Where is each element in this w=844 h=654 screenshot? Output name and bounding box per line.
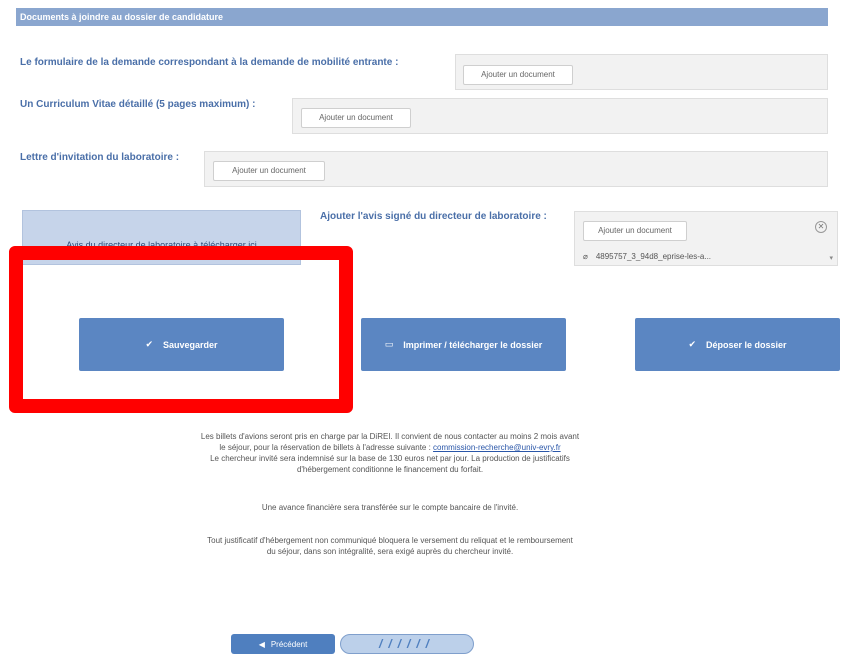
paperclip-icon: ⌀	[583, 252, 588, 261]
info-text: Les billets d'avions seront pris en char…	[200, 432, 580, 441]
lettre-upload-panel: Ajouter un document	[204, 151, 828, 187]
attached-file-name[interactable]: 4895757_3_94d8_eprise-les-a...	[596, 252, 711, 261]
next-label: //////	[378, 637, 435, 651]
avis-label: Ajouter l'avis signé du directeur de lab…	[320, 211, 547, 222]
info-paragraph-avance: Une avance financière sera transférée su…	[261, 503, 519, 512]
info-text: d'hébergement conditionne le financement…	[296, 465, 484, 474]
info-text: Le chercheur invité sera indemnisé sur l…	[210, 454, 570, 463]
submit-label: Déposer le dossier	[706, 339, 787, 350]
formulaire-label: Le formulaire de la demande correspondan…	[20, 57, 399, 68]
previous-button[interactable]: ◀ Précédent	[231, 634, 335, 654]
cv-label: Un Curriculum Vitae détaillé (5 pages ma…	[20, 99, 256, 110]
section-title: Documents à joindre au dossier de candid…	[20, 12, 224, 22]
highlight-box	[9, 246, 353, 413]
scroll-down-icon[interactable]: ▾	[829, 254, 833, 262]
previous-label: Précédent	[270, 639, 308, 649]
print-button[interactable]: ▭ Imprimer / télécharger le dossier	[361, 318, 566, 371]
remove-icon[interactable]: ✕	[815, 221, 827, 233]
cv-upload-panel: Ajouter un document	[292, 98, 828, 134]
info-paragraph-justificatif: Tout justificatif d'hébergement non comm…	[120, 535, 660, 557]
section-header: Documents à joindre au dossier de candid…	[16, 8, 828, 26]
submit-button[interactable]: ✔ Déposer le dossier	[635, 318, 840, 371]
attached-file-row: ⌀ 4895757_3_94d8_eprise-les-a...	[583, 252, 711, 261]
email-link[interactable]: commission-recherche@univ-evry.fr	[433, 443, 561, 452]
info-text: le séjour, pour la réservation de billet…	[219, 443, 431, 452]
info-text: du séjour, dans son intégralité, sera ex…	[266, 547, 514, 556]
document-icon: ▭	[384, 339, 394, 349]
cv-add-document-button[interactable]: Ajouter un document	[301, 108, 411, 128]
formulaire-upload-panel: Ajouter un document	[455, 54, 828, 90]
print-label: Imprimer / télécharger le dossier	[403, 339, 543, 350]
lettre-add-document-button[interactable]: Ajouter un document	[213, 161, 325, 181]
arrow-left-icon: ◀	[258, 639, 265, 649]
formulaire-add-document-button[interactable]: Ajouter un document	[463, 65, 573, 85]
info-text: Tout justificatif d'hébergement non comm…	[207, 536, 573, 545]
avis-add-document-button[interactable]: Ajouter un document	[583, 221, 687, 241]
next-button[interactable]: //////	[340, 634, 474, 654]
check-icon: ✔	[688, 339, 696, 349]
info-paragraph-billets: Les billets d'avions seront pris en char…	[120, 431, 660, 475]
avis-upload-panel: Ajouter un document ✕ ⌀ 4895757_3_94d8_e…	[574, 211, 838, 266]
lettre-label: Lettre d'invitation du laboratoire :	[20, 152, 180, 163]
